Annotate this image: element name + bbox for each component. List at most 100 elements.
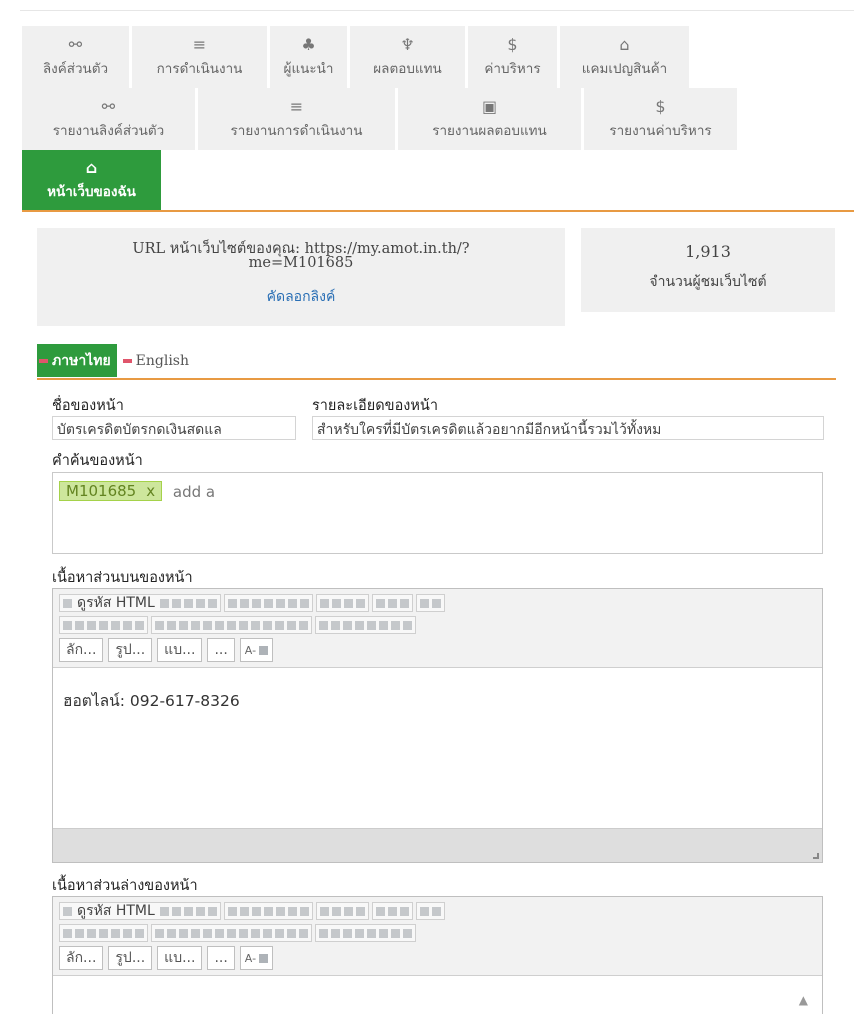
undo-icon[interactable]	[287, 598, 297, 608]
redo-icon[interactable]	[299, 598, 309, 608]
show-blocks-icon[interactable]	[431, 598, 441, 608]
nav-tab-operations[interactable]: ≡ การดำเนินงาน	[132, 26, 270, 88]
underline-icon[interactable]	[87, 620, 96, 630]
print-icon[interactable]	[195, 906, 205, 916]
find-icon[interactable]	[319, 906, 329, 916]
nav-tab-referrer[interactable]: ♣ ผู้แนะนำ	[270, 26, 350, 88]
copy-link-button[interactable]: คัดลอกลิงค์	[267, 286, 336, 308]
numbered-list-icon[interactable]	[155, 928, 164, 938]
unlink-icon[interactable]	[387, 598, 397, 608]
save-icon[interactable]	[159, 906, 169, 916]
special-char-icon[interactable]	[379, 620, 388, 630]
nav-tab-management-fee[interactable]: $ ค่าบริหาร	[468, 26, 560, 88]
outdent-icon[interactable]	[179, 620, 188, 630]
smiley-icon[interactable]	[367, 620, 376, 630]
replace-icon[interactable]	[331, 906, 341, 916]
superscript-icon[interactable]	[123, 620, 132, 630]
rtl-icon[interactable]	[287, 928, 296, 938]
preview-icon[interactable]	[183, 598, 193, 608]
indent-icon[interactable]	[191, 620, 200, 630]
size-dropdown[interactable]: ...	[207, 946, 235, 970]
styles-dropdown[interactable]: ลัก...	[59, 638, 104, 662]
unlink-icon[interactable]	[387, 906, 397, 916]
copy-icon[interactable]	[239, 598, 249, 608]
align-left-icon[interactable]	[227, 928, 236, 938]
table-icon[interactable]	[343, 928, 352, 938]
special-char-icon[interactable]	[379, 928, 388, 938]
iframe-icon[interactable]	[403, 620, 412, 630]
page-break-icon[interactable]	[391, 620, 400, 630]
indent-icon[interactable]	[191, 928, 200, 938]
redo-icon[interactable]	[299, 906, 309, 916]
anchor-icon[interactable]	[399, 906, 409, 916]
image-icon[interactable]	[319, 620, 328, 630]
tab-thai[interactable]: ภาษาไทย	[37, 344, 117, 377]
image-icon[interactable]	[319, 928, 328, 938]
new-page-icon[interactable]	[171, 598, 181, 608]
cut-icon[interactable]	[227, 906, 237, 916]
show-blocks-icon[interactable]	[431, 906, 441, 916]
paste-word-icon[interactable]	[275, 906, 285, 916]
bg-color-icon[interactable]	[259, 645, 269, 655]
nav-tab-campaign[interactable]: ⌂ แคมเปญสินค้า	[560, 26, 692, 88]
format-dropdown[interactable]: รูป...	[108, 946, 153, 970]
paste-icon[interactable]	[251, 906, 261, 916]
keywords-input[interactable]: M101685 x add a	[52, 472, 823, 554]
source-button[interactable]: ดูรหัส HTML	[75, 900, 157, 922]
italic-icon[interactable]	[75, 620, 84, 630]
nav-tab-returns-report[interactable]: ▣ รายงานผลตอบแทน	[398, 88, 584, 150]
replace-icon[interactable]	[331, 598, 341, 608]
text-color-button[interactable]: A-	[239, 946, 274, 970]
keyword-add-input[interactable]: add a	[173, 483, 215, 501]
nav-tab-personal-link[interactable]: ⚯ ลิงค์ส่วนตัว	[22, 26, 132, 88]
align-center-icon[interactable]	[239, 928, 248, 938]
maximize-icon[interactable]	[419, 906, 429, 916]
align-right-icon[interactable]	[251, 620, 260, 630]
template-icon[interactable]	[207, 598, 217, 608]
align-left-icon[interactable]	[227, 620, 236, 630]
link-icon[interactable]	[375, 906, 385, 916]
horizontal-rule-icon[interactable]	[355, 928, 364, 938]
language-icon[interactable]	[299, 620, 308, 630]
bold-icon[interactable]	[63, 620, 72, 630]
anchor-icon[interactable]	[399, 598, 409, 608]
table-icon[interactable]	[343, 620, 352, 630]
div-icon[interactable]	[215, 620, 224, 630]
save-icon[interactable]	[159, 598, 169, 608]
nav-tab-personal-link-report[interactable]: ⚯ รายงานลิงค์ส่วนตัว	[22, 88, 198, 150]
blockquote-icon[interactable]	[203, 928, 212, 938]
preview-icon[interactable]	[183, 906, 193, 916]
page-break-icon[interactable]	[391, 928, 400, 938]
nav-tab-my-webpage[interactable]: ⌂ หน้าเว็บของฉัน	[22, 150, 164, 210]
subscript-icon[interactable]	[111, 928, 120, 938]
top-content-editor-body[interactable]: ฮอตไลน์: 092-617-8326	[53, 668, 822, 733]
subscript-icon[interactable]	[111, 620, 120, 630]
flash-icon[interactable]	[331, 928, 340, 938]
remove-format-icon[interactable]	[135, 620, 144, 630]
bg-color-icon[interactable]	[259, 953, 269, 963]
font-dropdown[interactable]: แบ...	[157, 638, 203, 662]
smiley-icon[interactable]	[367, 928, 376, 938]
maximize-icon[interactable]	[419, 598, 429, 608]
undo-icon[interactable]	[287, 906, 297, 916]
page-name-field[interactable]: บัตรเครดิตบัตรกดเงินสดแล	[52, 416, 296, 440]
link-icon[interactable]	[375, 598, 385, 608]
justify-icon[interactable]	[263, 928, 272, 938]
blockquote-icon[interactable]	[203, 620, 212, 630]
iframe-icon[interactable]	[403, 928, 412, 938]
resize-handle-icon[interactable]	[813, 853, 819, 859]
spellcheck-icon[interactable]	[355, 906, 365, 916]
bulleted-list-icon[interactable]	[167, 620, 176, 630]
template-icon[interactable]	[207, 906, 217, 916]
font-dropdown[interactable]: แบ...	[157, 946, 203, 970]
new-page-icon[interactable]	[171, 906, 181, 916]
language-icon[interactable]	[299, 928, 308, 938]
print-icon[interactable]	[195, 598, 205, 608]
copy-icon[interactable]	[239, 906, 249, 916]
align-center-icon[interactable]	[239, 620, 248, 630]
numbered-list-icon[interactable]	[155, 620, 164, 630]
source-button[interactable]: ดูรหัส HTML	[75, 592, 157, 614]
find-icon[interactable]	[319, 598, 329, 608]
text-color-button[interactable]: A-	[239, 638, 274, 662]
styles-dropdown[interactable]: ลัก...	[59, 946, 104, 970]
